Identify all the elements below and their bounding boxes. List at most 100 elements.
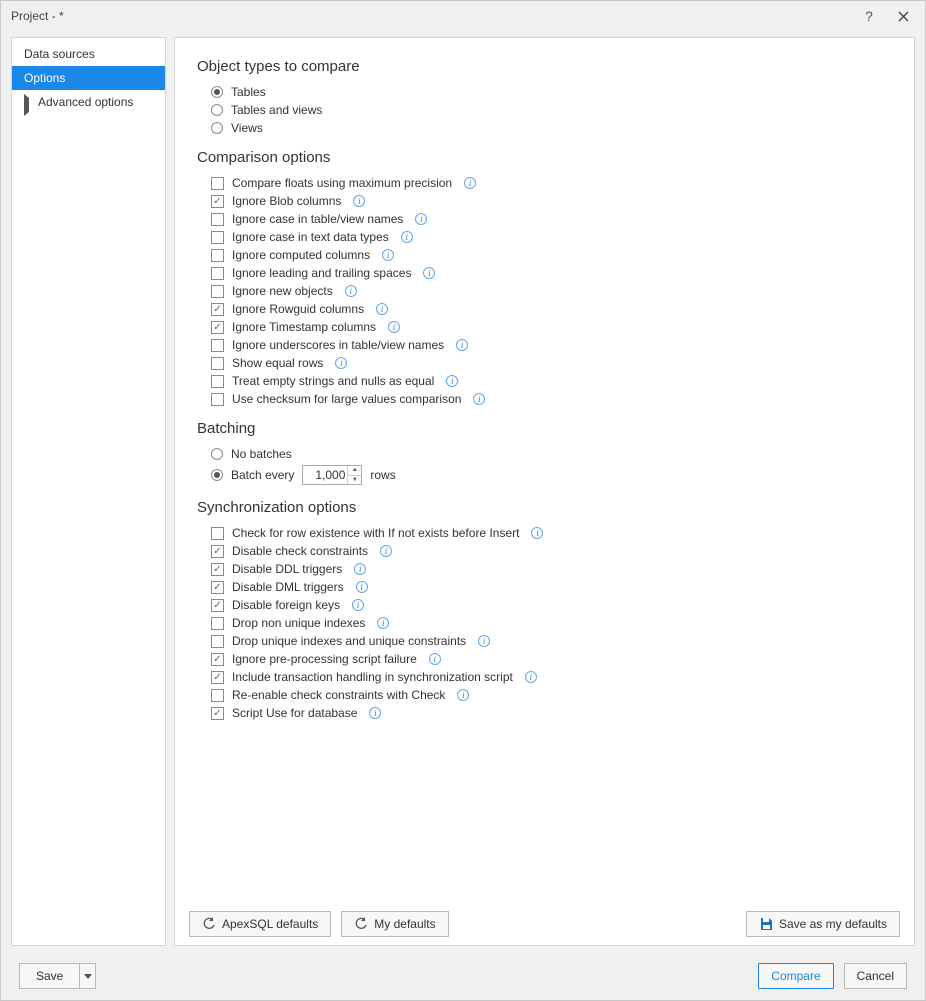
sidebar-item-advanced-options[interactable]: Advanced options [12, 90, 165, 114]
checkbox-option[interactable]: Include transaction handling in synchron… [211, 670, 890, 684]
help-button[interactable]: ? [857, 4, 881, 28]
comparison-group: Compare floats using maximum precisioni I… [211, 176, 890, 406]
info-icon[interactable]: i [354, 563, 366, 575]
checkbox-label: Ignore computed columns [232, 248, 370, 262]
info-icon[interactable]: i [352, 599, 364, 611]
checkbox-option[interactable]: Use checksum for large values comparison… [211, 392, 890, 406]
checkbox-label: Disable DML triggers [232, 580, 344, 594]
checkbox-option[interactable]: Drop unique indexes and unique constrain… [211, 634, 890, 648]
radio-option[interactable]: No batches [211, 447, 890, 461]
info-icon[interactable]: i [369, 707, 381, 719]
info-icon[interactable]: i [377, 617, 389, 629]
info-icon[interactable]: i [353, 195, 365, 207]
checkbox-option[interactable]: Disable check constraints i [211, 544, 890, 558]
info-icon[interactable]: i [382, 249, 394, 261]
checkbox-label: Ignore pre-processing script failure [232, 652, 417, 666]
compare-button[interactable]: Compare [758, 963, 833, 989]
radio-option[interactable]: Batch every1,000▲▼rows [211, 465, 890, 485]
button-label: Save as my defaults [779, 917, 887, 931]
checkbox-option[interactable]: Treat empty strings and nulls as equali [211, 374, 890, 388]
info-icon[interactable]: i [388, 321, 400, 333]
checkbox-option[interactable]: Ignore Timestamp columnsi [211, 320, 890, 334]
footer: Save Compare Cancel [1, 952, 925, 1000]
info-icon[interactable]: i [464, 177, 476, 189]
scroll-area[interactable]: Object types to compare TablesTables and… [175, 38, 914, 903]
checkbox-option[interactable]: Check for row existence with If not exis… [211, 526, 890, 540]
button-label: My defaults [374, 917, 435, 931]
info-icon[interactable]: i [380, 545, 392, 557]
save-button-label[interactable]: Save [20, 964, 79, 988]
checkbox-icon [211, 339, 224, 352]
save-dropdown[interactable] [79, 964, 95, 988]
radio-option[interactable]: Views [211, 121, 890, 135]
checkbox-label: Disable check constraints [232, 544, 368, 558]
checkbox-option[interactable]: Ignore leading and trailing spacesi [211, 266, 890, 280]
batch-size-input[interactable]: 1,000▲▼ [302, 465, 362, 485]
checkbox-icon [211, 545, 224, 558]
checkbox-option[interactable]: Ignore underscores in table/view namesi [211, 338, 890, 352]
checkbox-option[interactable]: Disable DML triggers i [211, 580, 890, 594]
checkbox-option[interactable]: Disable DDL triggersi [211, 562, 890, 576]
checkbox-icon [211, 285, 224, 298]
info-icon[interactable]: i [335, 357, 347, 369]
close-button[interactable] [891, 4, 915, 28]
object-types-group: Tables Tables and views Views [211, 85, 890, 135]
info-icon[interactable]: i [531, 527, 543, 539]
cancel-button[interactable]: Cancel [844, 963, 907, 989]
batch-size-value: 1,000 [315, 468, 345, 482]
checkbox-option[interactable]: Script Use for database i [211, 706, 890, 720]
titlebar: Project - * ? [1, 1, 925, 31]
info-icon[interactable]: i [356, 581, 368, 593]
checkbox-option[interactable]: Ignore case in text data typesi [211, 230, 890, 244]
info-icon[interactable]: i [457, 689, 469, 701]
checkbox-icon [211, 177, 224, 190]
info-icon[interactable]: i [423, 267, 435, 279]
checkbox-option[interactable]: Ignore pre-processing script failure i [211, 652, 890, 666]
info-icon[interactable]: i [456, 339, 468, 351]
section-heading-sync: Synchronization options [197, 499, 890, 516]
checkbox-option[interactable]: Ignore case in table/view namesi [211, 212, 890, 226]
radio-label: No batches [231, 447, 292, 461]
main-panel: Object types to compare TablesTables and… [174, 37, 915, 946]
info-icon[interactable]: i [345, 285, 357, 297]
checkbox-option[interactable]: Drop non unique indexesi [211, 616, 890, 630]
my-defaults-button[interactable]: My defaults [341, 911, 448, 937]
checkbox-icon [211, 195, 224, 208]
checkbox-option[interactable]: Ignore Blob columnsi [211, 194, 890, 208]
sidebar-item-data-sources[interactable]: Data sources [12, 42, 165, 66]
checkbox-option[interactable]: Ignore Rowguid columnsi [211, 302, 890, 316]
button-label: Compare [771, 969, 820, 983]
info-icon[interactable]: i [525, 671, 537, 683]
radio-option[interactable]: Tables [211, 85, 890, 99]
save-as-defaults-button[interactable]: Save as my defaults [746, 911, 900, 937]
checkbox-icon [211, 617, 224, 630]
checkbox-option[interactable]: Compare floats using maximum precisioni [211, 176, 890, 190]
chevron-down-icon [84, 974, 92, 979]
checkbox-option[interactable]: Ignore computed columns i [211, 248, 890, 262]
info-icon[interactable]: i [478, 635, 490, 647]
radio-icon [211, 469, 223, 481]
checkbox-option[interactable]: Show equal rowsi [211, 356, 890, 370]
checkbox-option[interactable]: Ignore new objectsi [211, 284, 890, 298]
info-icon[interactable]: i [429, 653, 441, 665]
section-heading-comparison: Comparison options [197, 149, 890, 166]
info-icon[interactable]: i [401, 231, 413, 243]
info-icon[interactable]: i [376, 303, 388, 315]
close-icon [898, 11, 909, 22]
checkbox-icon [211, 635, 224, 648]
sidebar-item-options[interactable]: Options [12, 66, 165, 90]
apex-defaults-button[interactable]: ApexSQL defaults [189, 911, 331, 937]
checkbox-option[interactable]: Disable foreign keysi [211, 598, 890, 612]
info-icon[interactable]: i [415, 213, 427, 225]
checkbox-label: Script Use for database [232, 706, 357, 720]
spinner-icon[interactable]: ▲▼ [347, 466, 361, 484]
radio-option[interactable]: Tables and views [211, 103, 890, 117]
info-icon[interactable]: i [446, 375, 458, 387]
save-split-button[interactable]: Save [19, 963, 96, 989]
sidebar-item-label: Options [24, 71, 65, 85]
checkbox-option[interactable]: Re-enable check constraints with Check i [211, 688, 890, 702]
checkbox-icon [211, 375, 224, 388]
checkbox-label: Re-enable check constraints with Check [232, 688, 445, 702]
checkbox-icon [211, 231, 224, 244]
info-icon[interactable]: i [473, 393, 485, 405]
